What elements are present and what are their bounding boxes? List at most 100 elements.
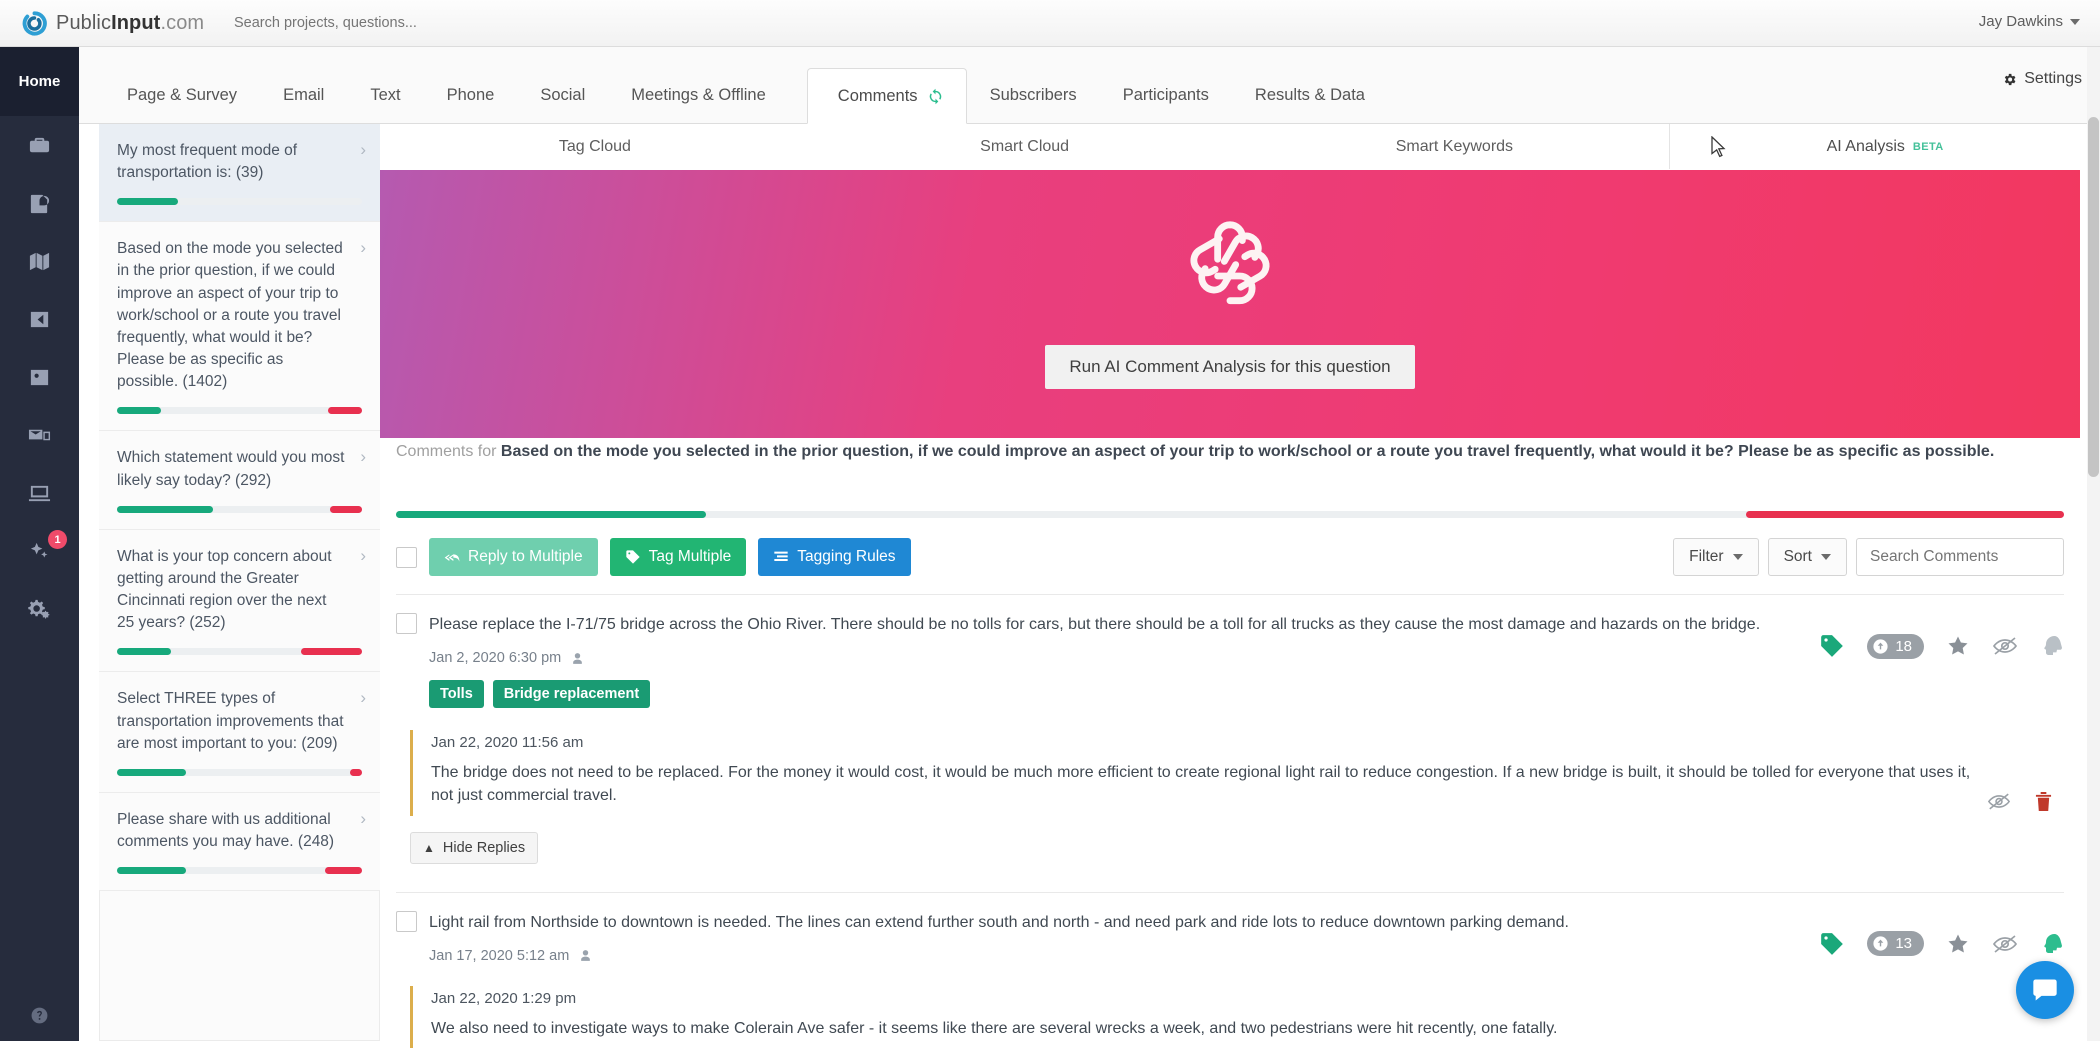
- question-item[interactable]: My most frequent mode of transportation …: [99, 124, 380, 222]
- tagging-rules-button[interactable]: Tagging Rules: [758, 538, 910, 576]
- tab-participants[interactable]: Participants: [1100, 67, 1232, 123]
- sidebar-item-contacts[interactable]: [0, 348, 79, 406]
- tab-meetings-offline[interactable]: Meetings & Offline: [608, 67, 789, 123]
- chevron-right-icon: ›: [360, 689, 366, 706]
- upvote-count-badge[interactable]: 13: [1867, 931, 1924, 956]
- eye-slash-icon[interactable]: [1992, 636, 2018, 656]
- brand-bold: Input: [111, 12, 160, 34]
- main-nav-tabs: Page & Survey Email Text Phone Social Me…: [79, 46, 1388, 123]
- sidebar-item-share[interactable]: [0, 290, 79, 348]
- tab-label: Page & Survey: [127, 86, 237, 105]
- tab-social[interactable]: Social: [517, 67, 608, 123]
- subtab-label: Smart Cloud: [980, 138, 1069, 156]
- brand-logo-area[interactable]: PublicInput.com: [22, 11, 222, 36]
- sentiment-negative: [328, 407, 362, 414]
- question-list[interactable]: My most frequent mode of transportation …: [99, 124, 380, 1041]
- tab-results-data[interactable]: Results & Data: [1232, 67, 1388, 123]
- tag-action-icon[interactable]: [1819, 931, 1845, 957]
- subtab-label: AI Analysis: [1827, 138, 1905, 156]
- reply-to-multiple-button[interactable]: Reply to Multiple: [429, 538, 598, 576]
- sparkles-icon: [28, 540, 51, 563]
- tab-page-survey[interactable]: Page & Survey: [104, 67, 260, 123]
- sentiment-bar: [117, 506, 362, 513]
- search-comments-input[interactable]: [1856, 538, 2064, 576]
- user-menu[interactable]: Jay Dawkins: [1979, 13, 2080, 30]
- sidebar-item-projects[interactable]: [0, 116, 79, 174]
- comment-tag[interactable]: Tolls: [429, 680, 484, 708]
- settings-button[interactable]: Settings: [2002, 70, 2082, 88]
- sidebar-item-admin[interactable]: [0, 580, 79, 638]
- delete-icon[interactable]: [2035, 791, 2052, 812]
- tab-label: Comments: [838, 87, 918, 106]
- sentiment-positive: [117, 506, 213, 513]
- question-item[interactable]: Please share with us additional comments…: [99, 793, 380, 891]
- sidebar-item-ai[interactable]: 1: [0, 522, 79, 580]
- brand-suffix: .com: [160, 12, 204, 34]
- sentiment-bar: [117, 407, 362, 414]
- global-search-input[interactable]: [234, 15, 694, 31]
- tab-subscribers[interactable]: Subscribers: [967, 67, 1100, 123]
- sort-label: Sort: [1784, 548, 1812, 566]
- chevron-right-icon: ›: [360, 141, 366, 158]
- comment-select-checkbox[interactable]: [396, 911, 417, 932]
- chevron-up-icon: ▲: [423, 841, 435, 855]
- sentiment-head-icon[interactable]: [2040, 634, 2064, 658]
- left-rail: Home 1: [0, 47, 79, 1041]
- star-icon[interactable]: [1946, 634, 1970, 658]
- sidebar-item-help[interactable]: [0, 995, 79, 1035]
- eye-slash-icon[interactable]: [1987, 792, 2011, 811]
- chat-bubble-icon: [2031, 976, 2059, 1004]
- tab-phone[interactable]: Phone: [424, 67, 518, 123]
- user-menu-label: Jay Dawkins: [1979, 13, 2063, 30]
- sentiment-head-icon[interactable]: [2040, 932, 2064, 956]
- run-ai-analysis-button[interactable]: Run AI Comment Analysis for this questio…: [1045, 345, 1414, 389]
- sidebar-item-media[interactable]: [0, 464, 79, 522]
- filter-dropdown[interactable]: Filter: [1673, 538, 1758, 576]
- question-text: Select THREE types of transportation imp…: [117, 688, 362, 754]
- tab-email[interactable]: Email: [260, 67, 347, 123]
- question-text: Which statement would you most likely sa…: [117, 447, 362, 491]
- eye-slash-icon[interactable]: [1992, 934, 2018, 954]
- tab-comments[interactable]: Comments: [807, 68, 967, 124]
- tag-multiple-button[interactable]: Tag Multiple: [610, 538, 747, 576]
- comment-date: Jan 17, 2020 5:12 am: [429, 948, 569, 964]
- beta-badge: BETA: [1913, 141, 1944, 153]
- sidebar-item-maps[interactable]: [0, 232, 79, 290]
- tab-text[interactable]: Text: [347, 67, 423, 123]
- sidebar-item-reports[interactable]: [0, 174, 79, 232]
- sidebar-home-label: Home: [19, 73, 61, 90]
- reply-date: Jan 22, 2020 1:29 pm: [431, 990, 2064, 1007]
- subtab-tag-cloud[interactable]: Tag Cloud: [380, 124, 810, 169]
- sidebar-item-home[interactable]: Home: [0, 47, 79, 116]
- page-scrollbar-track[interactable]: [2087, 47, 2100, 1041]
- tagging-rules-label: Tagging Rules: [797, 548, 895, 566]
- hide-replies-button[interactable]: ▲ Hide Replies: [410, 832, 538, 864]
- comment-select-checkbox[interactable]: [396, 613, 417, 634]
- sentiment-bar: [117, 867, 362, 874]
- page-scrollbar-thumb[interactable]: [2088, 117, 2099, 477]
- question-item[interactable]: What is your top concern about getting a…: [99, 530, 380, 673]
- tag-action-icon[interactable]: [1819, 633, 1845, 659]
- subtab-smart-keywords[interactable]: Smart Keywords: [1240, 124, 1670, 169]
- sidebar-item-outreach[interactable]: [0, 406, 79, 464]
- subtab-smart-cloud[interactable]: Smart Cloud: [810, 124, 1240, 169]
- tag-icon: [625, 549, 641, 565]
- select-all-checkbox[interactable]: [396, 547, 417, 568]
- sentiment-negative: [350, 769, 362, 776]
- sentiment-negative: [1746, 511, 2064, 518]
- subtab-label: Smart Keywords: [1396, 138, 1513, 156]
- refresh-icon[interactable]: [927, 88, 944, 105]
- presentation-icon: [28, 482, 51, 505]
- briefcase-icon: [28, 134, 51, 157]
- subtab-ai-analysis[interactable]: AI Analysis BETA: [1669, 124, 2100, 169]
- chat-support-button[interactable]: [2016, 961, 2074, 1019]
- question-item[interactable]: Select THREE types of transportation imp…: [99, 672, 380, 792]
- user-icon: [571, 652, 584, 665]
- sentiment-negative: [330, 506, 362, 513]
- question-item[interactable]: Based on the mode you selected in the pr…: [99, 222, 380, 431]
- comment-tag[interactable]: Bridge replacement: [493, 680, 650, 708]
- sort-dropdown[interactable]: Sort: [1768, 538, 1847, 576]
- question-item[interactable]: Which statement would you most likely sa…: [99, 431, 380, 529]
- star-icon[interactable]: [1946, 932, 1970, 956]
- upvote-count-badge[interactable]: 18: [1867, 634, 1924, 659]
